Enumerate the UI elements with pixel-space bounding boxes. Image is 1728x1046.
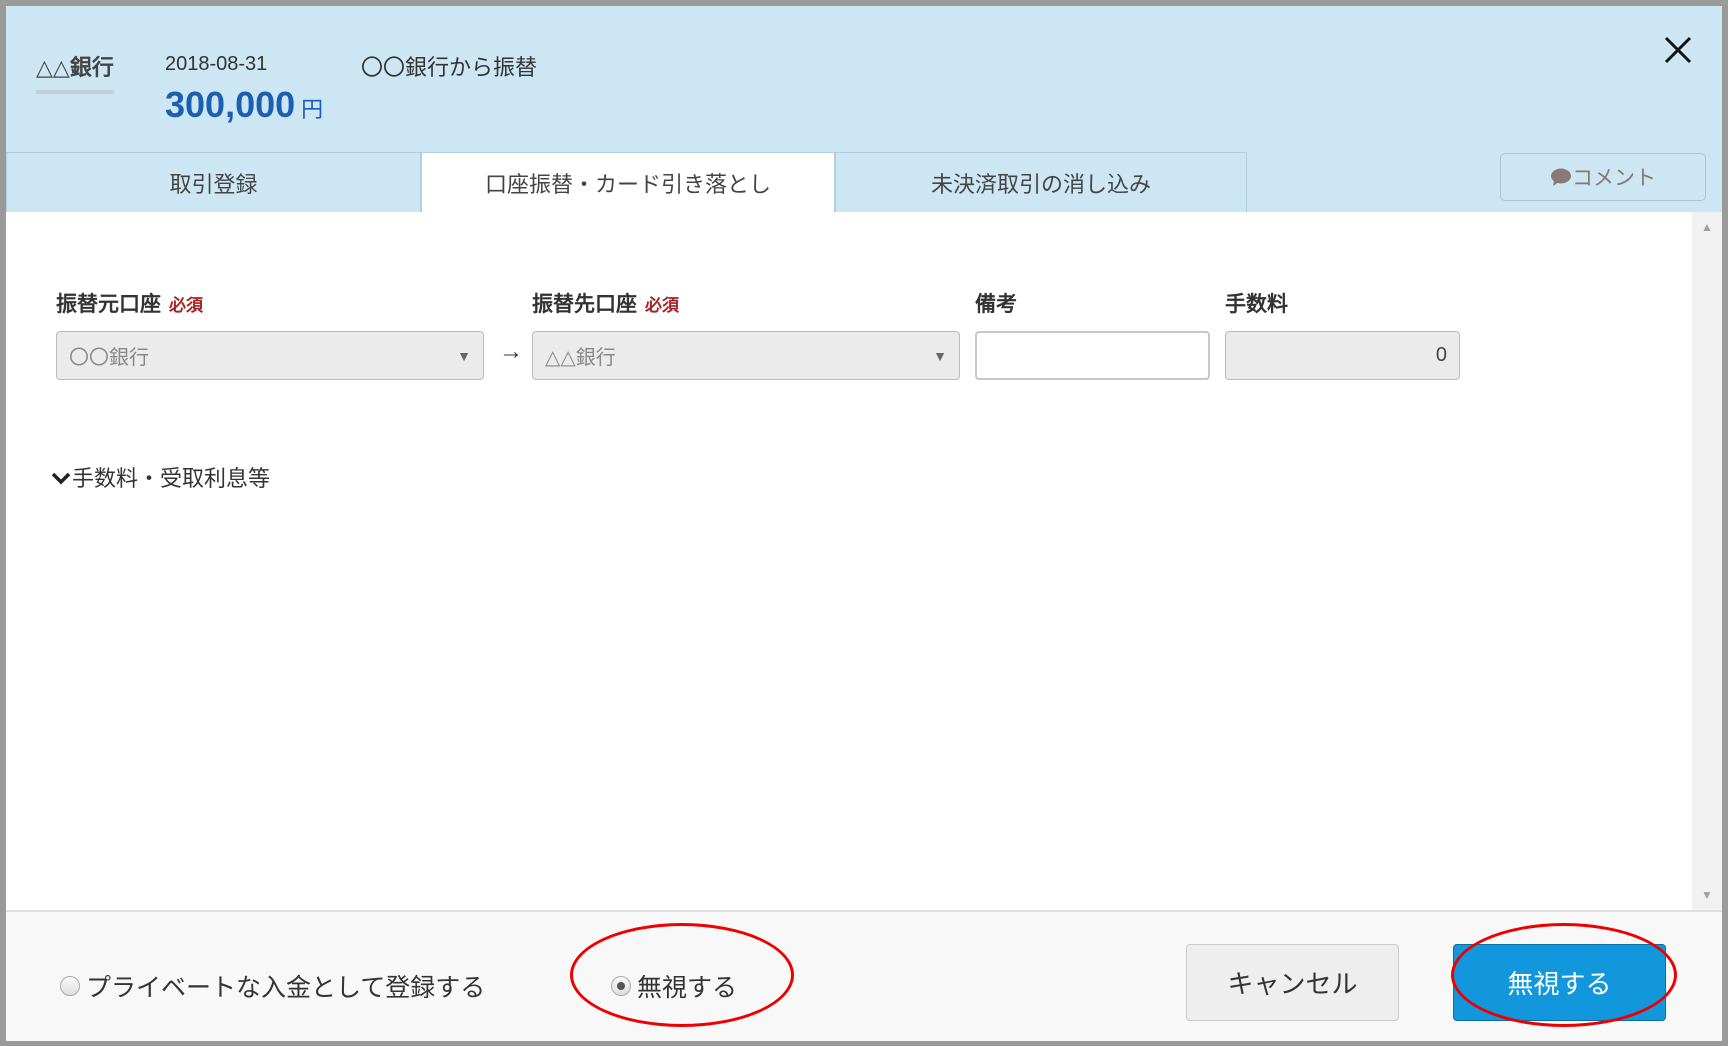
tab-label: 口座振替・カード引き落とし bbox=[484, 171, 771, 197]
dialog-footer: プライベートな入金として登録する 無視する キャンセル 無視する bbox=[6, 910, 1722, 1041]
transaction-description: 〇〇銀行から振替 bbox=[361, 55, 538, 80]
memo-label: 備考 bbox=[975, 293, 1017, 316]
transaction-date: 2018-08-31 bbox=[165, 53, 268, 75]
to-account-select[interactable]: △△銀行 ▼ bbox=[532, 331, 960, 380]
select-value: 〇〇銀行 bbox=[69, 347, 149, 369]
radio-unchecked-icon bbox=[60, 976, 80, 996]
radio-ignore[interactable]: 無視する bbox=[611, 968, 737, 1004]
caret-down-icon: ▼ bbox=[933, 347, 947, 364]
scrollbar[interactable]: ▲ ▼ bbox=[1692, 212, 1722, 910]
caret-down-icon: ▼ bbox=[457, 347, 471, 364]
scroll-up-icon[interactable]: ▲ bbox=[1701, 220, 1713, 234]
arrow-right-icon: → bbox=[499, 338, 523, 365]
label-text: 振替先口座 bbox=[532, 293, 637, 316]
close-icon[interactable] bbox=[1658, 30, 1698, 70]
speech-bubble-icon bbox=[1551, 168, 1571, 186]
radio-private-deposit[interactable]: プライベートな入金として登録する bbox=[60, 968, 485, 1004]
fee-input[interactable]: 0 bbox=[1225, 331, 1460, 380]
chevron-down-icon bbox=[51, 472, 71, 485]
memo-input[interactable] bbox=[975, 331, 1210, 380]
tab-label: 未決済取引の消し込み bbox=[930, 171, 1151, 197]
amount-value: 300,000 bbox=[165, 84, 296, 125]
transaction-amount: 300,000 円 bbox=[165, 84, 323, 126]
radio-label: 無視する bbox=[637, 974, 738, 1002]
fee-interest-expander[interactable]: 手数料・受取利息等 bbox=[50, 461, 270, 493]
tab-transaction-register[interactable]: 取引登録 bbox=[6, 152, 421, 212]
currency: 円 bbox=[301, 97, 324, 122]
dialog-header: △△銀行 2018-08-31 300,000 円 〇〇銀行から振替 取引登録 口… bbox=[6, 6, 1722, 212]
required-badge: 必須 bbox=[645, 296, 679, 315]
tab-label: 取引登録 bbox=[169, 171, 258, 197]
scroll-down-icon[interactable]: ▼ bbox=[1701, 888, 1713, 902]
to-account-label: 振替先口座 必須 bbox=[532, 288, 679, 318]
expander-label: 手数料・受取利息等 bbox=[72, 466, 271, 491]
from-account-label: 振替元口座 必須 bbox=[56, 288, 203, 318]
cancel-button[interactable]: キャンセル bbox=[1186, 944, 1399, 1021]
comment-button[interactable]: コメント bbox=[1500, 153, 1706, 201]
radio-checked-icon bbox=[611, 976, 631, 996]
bank-name: △△銀行 bbox=[36, 50, 114, 94]
label-text: 振替元口座 bbox=[56, 293, 161, 316]
transaction-dialog: △△銀行 2018-08-31 300,000 円 〇〇銀行から振替 取引登録 口… bbox=[6, 6, 1722, 1041]
required-badge: 必須 bbox=[169, 296, 203, 315]
tab-account-transfer[interactable]: 口座振替・カード引き落とし bbox=[421, 152, 835, 212]
select-value: △△銀行 bbox=[545, 347, 616, 369]
fee-label: 手数料 bbox=[1225, 293, 1288, 316]
radio-label: プライベートな入金として登録する bbox=[86, 974, 486, 1002]
comment-label: コメント bbox=[1572, 167, 1656, 190]
ignore-button[interactable]: 無視する bbox=[1453, 944, 1666, 1021]
tab-unsettled-clearing[interactable]: 未決済取引の消し込み bbox=[835, 152, 1247, 212]
from-account-select[interactable]: 〇〇銀行 ▼ bbox=[56, 331, 484, 380]
